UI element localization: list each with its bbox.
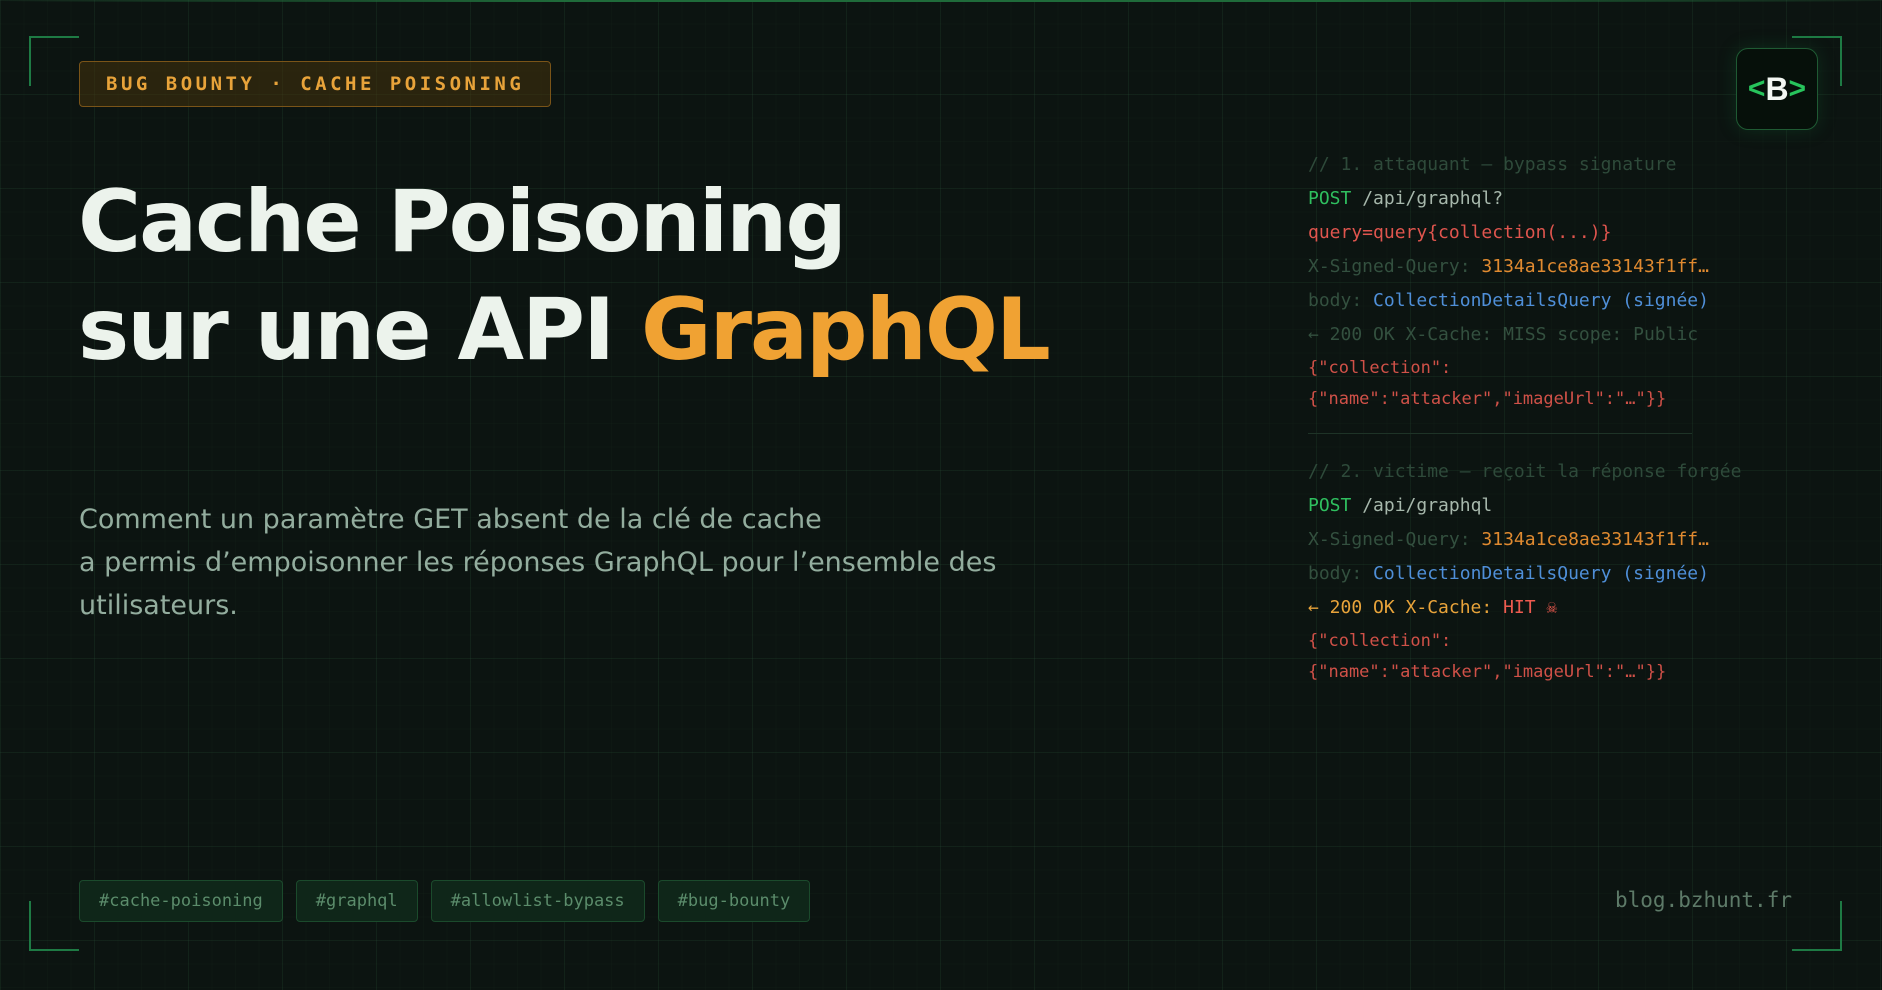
victim-body-value: CollectionDetailsQuery (signée) bbox=[1373, 563, 1709, 584]
attacker-signature: X-Signed-Query: 3134a1ce8ae33143f1ff… bbox=[1308, 256, 1709, 277]
victim-json-2: {"name":"attacker","imageUrl":"…"}} bbox=[1308, 662, 1667, 682]
victim-body-label: body: bbox=[1308, 563, 1374, 584]
victim-response: ← 200 OK X-Cache: HIT ☠ bbox=[1308, 597, 1557, 618]
corner-bracket-top-left bbox=[29, 36, 79, 86]
site-url[interactable]: blog.bzhunt.fr bbox=[1615, 888, 1792, 912]
logo-letter: B bbox=[1765, 70, 1789, 107]
attacker-path: /api/graphql? bbox=[1351, 188, 1504, 209]
tag-list: #cache-poisoning #graphql #allowlist-byp… bbox=[79, 880, 811, 922]
subtitle-line-3: utilisateurs. bbox=[79, 590, 238, 621]
attacker-query: query=query{collection(...)} bbox=[1308, 222, 1612, 243]
page-title: Cache Poisoning sur une API GraphQL bbox=[78, 168, 1051, 384]
victim-body: body: CollectionDetailsQuery (signée) bbox=[1308, 563, 1709, 584]
subtitle-line-1: Comment un paramètre GET absent de la cl… bbox=[79, 504, 822, 535]
victim-method: POST bbox=[1308, 495, 1352, 516]
http-exchange-code: // 1. attaquant — bypass signature POST … bbox=[1308, 150, 1741, 682]
attacker-json-2: {"name":"attacker","imageUrl":"…"}} bbox=[1308, 389, 1667, 409]
victim-path: /api/graphql bbox=[1351, 495, 1493, 516]
fine-grid-background bbox=[0, 0, 1882, 990]
attacker-method: POST bbox=[1308, 188, 1352, 209]
attacker-sig-label: X-Signed-Query: bbox=[1308, 256, 1482, 277]
attacker-request-line: POST /api/graphql? bbox=[1308, 188, 1503, 209]
attacker-json-1: {"collection": bbox=[1308, 358, 1452, 378]
victim-response-prefix: ← 200 OK X-Cache: bbox=[1308, 597, 1504, 618]
victim-json-1: {"collection": bbox=[1308, 631, 1452, 651]
corner-bracket-bottom-right bbox=[1792, 901, 1842, 951]
attacker-body: body: CollectionDetailsQuery (signée) bbox=[1308, 290, 1709, 311]
attacker-body-value: CollectionDetailsQuery (signée) bbox=[1373, 290, 1709, 311]
victim-response-hit: HIT ☠ bbox=[1503, 597, 1558, 618]
tag-graphql[interactable]: #graphql bbox=[295, 880, 418, 922]
attacker-sig-value: 3134a1ce8ae33143f1ff… bbox=[1481, 256, 1709, 277]
tag-cache-poisoning[interactable]: #cache-poisoning bbox=[79, 880, 283, 922]
brand-logo: < B > bbox=[1736, 48, 1818, 130]
victim-signature: X-Signed-Query: 3134a1ce8ae33143f1ff… bbox=[1308, 529, 1709, 550]
logo-left-chevron: < bbox=[1747, 72, 1766, 105]
victim-comment: // 2. victime — reçoit la réponse forgée bbox=[1308, 461, 1742, 482]
victim-request-line: POST /api/graphql bbox=[1308, 495, 1492, 516]
victim-sig-label: X-Signed-Query: bbox=[1308, 529, 1482, 550]
subtitle-line-2: a permis d’empoisonner les réponses Grap… bbox=[79, 547, 997, 578]
title-line-2-plain: sur une API bbox=[78, 280, 642, 380]
top-accent-line bbox=[0, 0, 1882, 2]
category-badge: BUG BOUNTY · CACHE POISONING bbox=[79, 61, 552, 107]
subtitle: Comment un paramètre GET absent de la cl… bbox=[79, 498, 1019, 627]
tag-bug-bounty[interactable]: #bug-bounty bbox=[657, 880, 811, 922]
victim-sig-value: 3134a1ce8ae33143f1ff… bbox=[1481, 529, 1709, 550]
attacker-response: ← 200 OK X-Cache: MISS scope: Public bbox=[1308, 324, 1699, 345]
title-line-2-accent: GraphQL bbox=[641, 280, 1051, 380]
logo-right-chevron: > bbox=[1788, 72, 1807, 105]
title-line-1: Cache Poisoning bbox=[78, 172, 847, 272]
attacker-body-label: body: bbox=[1308, 290, 1374, 311]
code-divider bbox=[1308, 433, 1692, 434]
tag-allowlist-bypass[interactable]: #allowlist-bypass bbox=[430, 880, 645, 922]
corner-bracket-bottom-left bbox=[29, 901, 79, 951]
attacker-comment: // 1. attaquant — bypass signature bbox=[1308, 154, 1677, 175]
